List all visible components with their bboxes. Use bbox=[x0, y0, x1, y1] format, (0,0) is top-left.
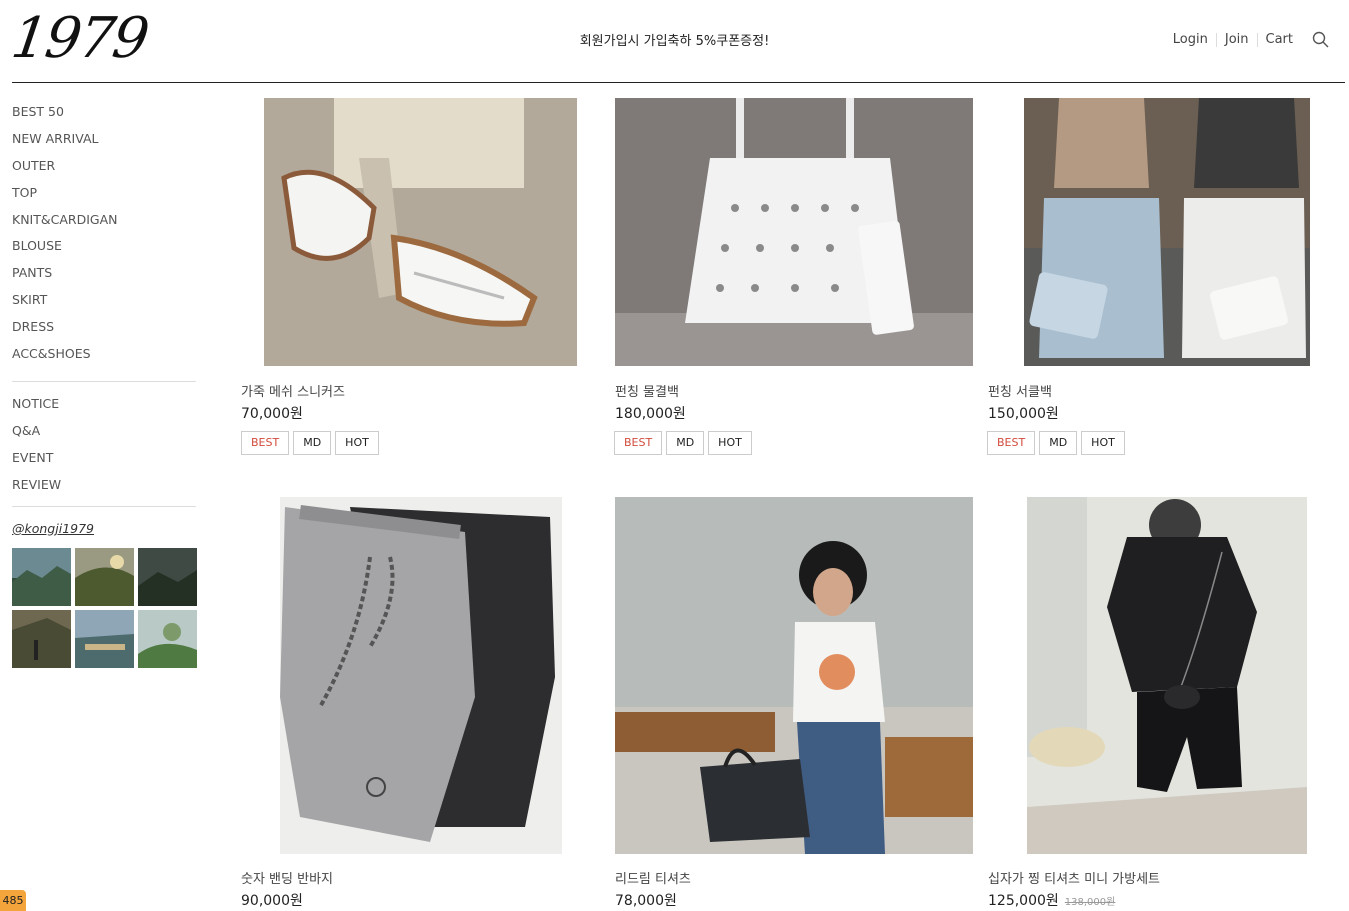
category-outer[interactable]: OUTER bbox=[12, 158, 196, 185]
category-best50[interactable]: BEST 50 bbox=[12, 104, 196, 131]
product-image[interactable] bbox=[280, 497, 562, 854]
board-notice[interactable]: NOTICE bbox=[12, 396, 196, 423]
instagram-thumb[interactable] bbox=[12, 547, 71, 606]
product-price: 78,000원 bbox=[615, 893, 677, 909]
product-price: 150,000원 bbox=[988, 406, 1059, 422]
badge-md: MD bbox=[1039, 431, 1078, 455]
product-image[interactable] bbox=[1027, 497, 1307, 854]
badge-hot: HOT bbox=[335, 431, 379, 455]
category-dress[interactable]: DRESS bbox=[12, 319, 196, 346]
badge-hot: HOT bbox=[1081, 431, 1125, 455]
product-price: 180,000원 bbox=[615, 406, 686, 422]
top-nav: Login Join Cart bbox=[1165, 30, 1331, 50]
login-link[interactable]: Login bbox=[1165, 33, 1216, 47]
product-price: 70,000원 bbox=[241, 406, 303, 422]
visitor-counter-badge: 485 bbox=[0, 890, 26, 911]
product-name[interactable]: 펀칭 물결백 bbox=[615, 381, 679, 400]
category-skirt[interactable]: SKIRT bbox=[12, 292, 196, 319]
badge-best: BEST bbox=[241, 431, 290, 455]
sidebar-divider bbox=[12, 505, 196, 507]
product-name[interactable]: 펀칭 서클백 bbox=[988, 381, 1052, 400]
instagram-thumb[interactable] bbox=[75, 609, 134, 668]
product-image[interactable] bbox=[1024, 98, 1310, 366]
product-image[interactable] bbox=[264, 98, 577, 366]
product-name[interactable]: 십자가 찡 티셔츠 미니 가방세트 bbox=[988, 868, 1160, 887]
product-price: 90,000원 bbox=[241, 893, 303, 909]
original-price: 138,000원 bbox=[1064, 897, 1116, 908]
category-top[interactable]: TOP bbox=[12, 185, 196, 212]
badge-hot: HOT bbox=[708, 431, 752, 455]
instagram-thumb[interactable] bbox=[138, 547, 197, 606]
search-icon[interactable] bbox=[1311, 30, 1331, 50]
board-qna[interactable]: Q&A bbox=[12, 423, 196, 450]
instagram-link[interactable]: @kongji1979 bbox=[12, 521, 196, 536]
product-name[interactable]: 숫자 밴딩 반바지 bbox=[241, 868, 333, 887]
product-name[interactable]: 리드림 티셔츠 bbox=[615, 868, 691, 887]
board-list: NOTICE Q&A EVENT REVIEW bbox=[12, 396, 196, 504]
product-image[interactable] bbox=[615, 98, 973, 366]
product-badges: BEST MD HOT bbox=[987, 431, 1125, 455]
header-divider bbox=[12, 82, 1345, 83]
instagram-thumb[interactable] bbox=[138, 609, 197, 668]
badge-best: BEST bbox=[987, 431, 1036, 455]
badge-md: MD bbox=[666, 431, 705, 455]
product-badges: BEST MD HOT bbox=[241, 431, 379, 455]
instagram-thumb[interactable] bbox=[75, 547, 134, 606]
board-event[interactable]: EVENT bbox=[12, 450, 196, 477]
product-name[interactable]: 가죽 메쉬 스니커즈 bbox=[241, 381, 345, 400]
category-knit-cardigan[interactable]: KNIT&CARDIGAN bbox=[12, 212, 196, 239]
sidebar-divider bbox=[12, 380, 196, 382]
badge-md: MD bbox=[293, 431, 332, 455]
join-link[interactable]: Join bbox=[1215, 33, 1257, 47]
current-price: 125,000원 bbox=[988, 893, 1059, 909]
promo-banner: 회원가입시 가입축하 5%쿠폰증정! bbox=[579, 34, 770, 49]
instagram-thumb[interactable] bbox=[12, 609, 71, 668]
cart-link[interactable]: Cart bbox=[1256, 33, 1302, 47]
category-acc-shoes[interactable]: ACC&SHOES bbox=[12, 346, 196, 373]
category-list: BEST 50 NEW ARRIVAL OUTER TOP KNIT&CARDI… bbox=[12, 104, 196, 373]
category-pants[interactable]: PANTS bbox=[12, 265, 196, 292]
board-review[interactable]: REVIEW bbox=[12, 477, 196, 504]
category-blouse[interactable]: BLOUSE bbox=[12, 238, 196, 265]
product-price: 125,000원 138,000원 bbox=[988, 890, 1115, 910]
sidebar: BEST 50 NEW ARRIVAL OUTER TOP KNIT&CARDI… bbox=[12, 104, 197, 668]
category-new-arrival[interactable]: NEW ARRIVAL bbox=[12, 131, 196, 158]
product-badges: BEST MD HOT bbox=[614, 431, 752, 455]
product-image[interactable] bbox=[615, 497, 973, 854]
badge-best: BEST bbox=[614, 431, 663, 455]
instagram-grid bbox=[12, 547, 197, 668]
